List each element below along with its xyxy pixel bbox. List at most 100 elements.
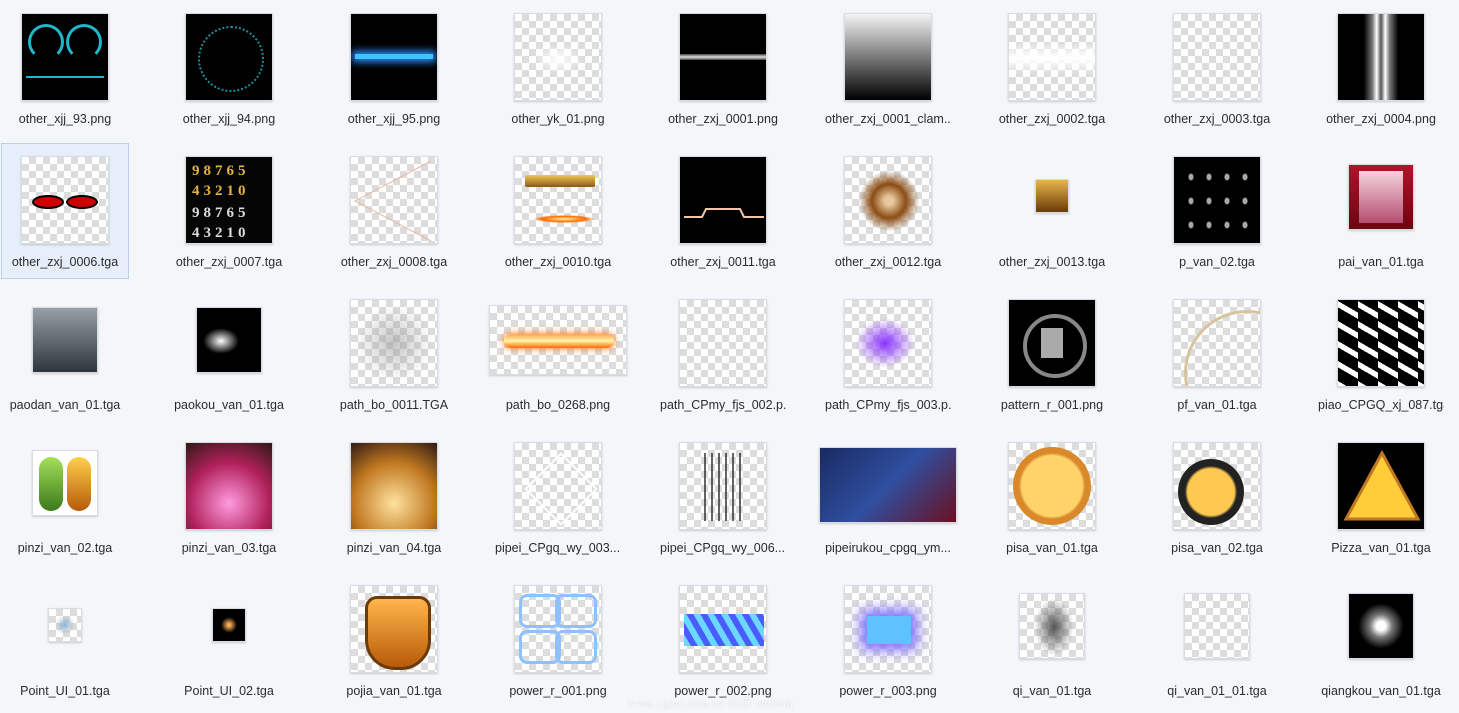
file-thumbnail[interactable] [844, 156, 932, 244]
file-item[interactable]: qi_van_01.tga [988, 572, 1116, 708]
file-thumbnail[interactable] [1008, 442, 1096, 530]
file-thumbnail[interactable] [679, 299, 767, 387]
file-thumbnail[interactable] [1337, 442, 1425, 530]
file-name-label: path_CPmy_fjs_003.p... [825, 398, 951, 412]
file-thumbnail[interactable] [350, 299, 438, 387]
file-item[interactable]: qiangkou_van_01.tga [1317, 572, 1445, 708]
file-item[interactable]: path_CPmy_fjs_003.p... [824, 286, 952, 422]
file-thumbnail[interactable] [679, 585, 767, 673]
file-name-label: pinzi_van_03.tga [181, 541, 277, 555]
file-item[interactable]: pai_van_01.tga [1317, 143, 1445, 279]
file-item[interactable]: pojia_van_01.tga [330, 572, 458, 708]
file-item[interactable]: pisa_van_02.tga [1153, 429, 1281, 565]
file-thumbnail[interactable] [1173, 13, 1261, 101]
file-item[interactable]: power_r_001.png [494, 572, 622, 708]
file-thumbnail[interactable] [819, 447, 957, 523]
file-thumbnail[interactable] [1035, 179, 1069, 213]
file-thumbnail[interactable] [48, 608, 82, 642]
file-item[interactable]: other_xjj_94.png [165, 0, 293, 136]
file-thumbnail[interactable] [679, 156, 767, 244]
file-item[interactable]: Pizza_van_01.tga [1317, 429, 1445, 565]
file-item[interactable]: piao_CPGQ_xj_087.tga [1317, 286, 1445, 422]
file-item[interactable]: pattern_r_001.png [988, 286, 1116, 422]
file-thumbnail[interactable] [1337, 299, 1425, 387]
file-thumbnail[interactable] [1348, 164, 1414, 230]
file-item[interactable]: path_bo_0268.png [489, 286, 627, 422]
file-thumbnail[interactable] [1019, 593, 1085, 659]
file-thumbnail[interactable] [514, 585, 602, 673]
file-item[interactable]: Point_UI_01.tga [1, 572, 129, 708]
file-item[interactable]: other_zxj_0001.png [659, 0, 787, 136]
file-thumbnail[interactable] [185, 13, 273, 101]
file-item[interactable]: other_zxj_0003.tga [1153, 0, 1281, 136]
file-thumbnail[interactable] [1173, 299, 1261, 387]
file-item[interactable]: pipeirukou_cpgq_ym... [819, 429, 957, 565]
file-item[interactable]: other_zxj_0008.tga [330, 143, 458, 279]
file-item[interactable]: pf_van_01.tga [1153, 286, 1281, 422]
file-thumbnail[interactable] [350, 13, 438, 101]
file-thumbnail[interactable] [350, 442, 438, 530]
file-thumbnail[interactable] [514, 156, 602, 244]
file-thumbnail[interactable] [514, 13, 602, 101]
file-thumbnail[interactable] [1008, 13, 1096, 101]
file-name-label: other_xjj_93.png [18, 112, 112, 126]
file-item[interactable]: power_r_003.png [824, 572, 952, 708]
file-thumbnail[interactable] [679, 13, 767, 101]
file-thumbnail[interactable] [1173, 156, 1261, 244]
file-thumbnail[interactable] [1008, 299, 1096, 387]
file-name-label: qi_van_01_01.tga [1167, 684, 1267, 698]
file-thumbnail[interactable] [679, 442, 767, 530]
file-name-label: pinzi_van_04.tga [346, 541, 442, 555]
file-item[interactable]: pinzi_van_04.tga [330, 429, 458, 565]
file-item[interactable]: other_zxj_0002.tga [988, 0, 1116, 136]
file-thumbnail[interactable] [844, 585, 932, 673]
file-item[interactable]: other_yk_01.png [494, 0, 622, 136]
file-thumbnail[interactable] [196, 307, 262, 373]
file-thumbnail[interactable] [21, 13, 109, 101]
file-thumbnail[interactable] [1173, 442, 1261, 530]
file-thumbnail[interactable] [1348, 593, 1414, 659]
file-name-label: pattern_r_001.png [1000, 398, 1104, 412]
file-item[interactable]: 98765 43210 98765 43210 other_zxj_0007.tga [165, 143, 293, 279]
file-thumbnail[interactable] [21, 156, 109, 244]
file-thumbnail[interactable] [350, 156, 438, 244]
file-thumbnail[interactable] [212, 608, 246, 642]
file-item[interactable]: paodan_van_01.tga [1, 286, 129, 422]
file-item[interactable]: other_zxj_0013.tga [988, 143, 1116, 279]
file-thumbnail[interactable] [514, 442, 602, 530]
file-item[interactable]: other_zxj_0004.png [1317, 0, 1445, 136]
file-name-label: qiangkou_van_01.tga [1321, 684, 1441, 698]
file-item[interactable]: paokou_van_01.tga [165, 286, 293, 422]
file-item[interactable]: other_xjj_93.png [1, 0, 129, 136]
file-item[interactable]: p_van_02.tga [1153, 143, 1281, 279]
file-thumbnail[interactable] [1184, 593, 1250, 659]
file-item[interactable]: pipei_CPgq_wy_006.... [659, 429, 787, 565]
file-item[interactable]: pinzi_van_02.tga [1, 429, 129, 565]
file-item[interactable]: pinzi_van_03.tga [165, 429, 293, 565]
file-item[interactable]: path_CPmy_fjs_002.p... [659, 286, 787, 422]
file-item[interactable]: Point_UI_02.tga [165, 572, 293, 708]
file-item[interactable]: other_zxj_0011.tga [659, 143, 787, 279]
file-item[interactable]: pipei_CPgq_wy_003.... [494, 429, 622, 565]
file-thumbnail[interactable]: 98765 43210 98765 43210 [185, 156, 273, 244]
file-thumbnail[interactable] [844, 13, 932, 101]
file-thumbnail[interactable] [350, 585, 438, 673]
file-item[interactable]: pisa_van_01.tga [988, 429, 1116, 565]
file-name-label: other_zxj_0011.tga [670, 255, 776, 269]
file-item[interactable]: other_zxj_0001_clam... [824, 0, 952, 136]
file-item[interactable]: path_bo_0011.TGA [330, 286, 458, 422]
file-item[interactable]: other_xjj_95.png [330, 0, 458, 136]
file-item[interactable]: other_zxj_0006.tga [1, 143, 129, 279]
file-thumbnail[interactable] [185, 442, 273, 530]
file-name-label: path_bo_0011.TGA [339, 398, 449, 412]
file-thumbnail[interactable] [32, 450, 98, 516]
file-item[interactable]: other_zxj_0012.tga [824, 143, 952, 279]
file-item[interactable]: qi_van_01_01.tga [1153, 572, 1281, 708]
file-thumbnail[interactable] [32, 307, 98, 373]
file-item[interactable]: power_r_002.png [659, 572, 787, 708]
file-thumbnail[interactable] [489, 305, 627, 375]
file-thumbnail[interactable] [844, 299, 932, 387]
file-thumbnail[interactable] [1337, 13, 1425, 101]
file-name-label: pipei_CPgq_wy_006.... [660, 541, 786, 555]
file-item[interactable]: other_zxj_0010.tga [494, 143, 622, 279]
